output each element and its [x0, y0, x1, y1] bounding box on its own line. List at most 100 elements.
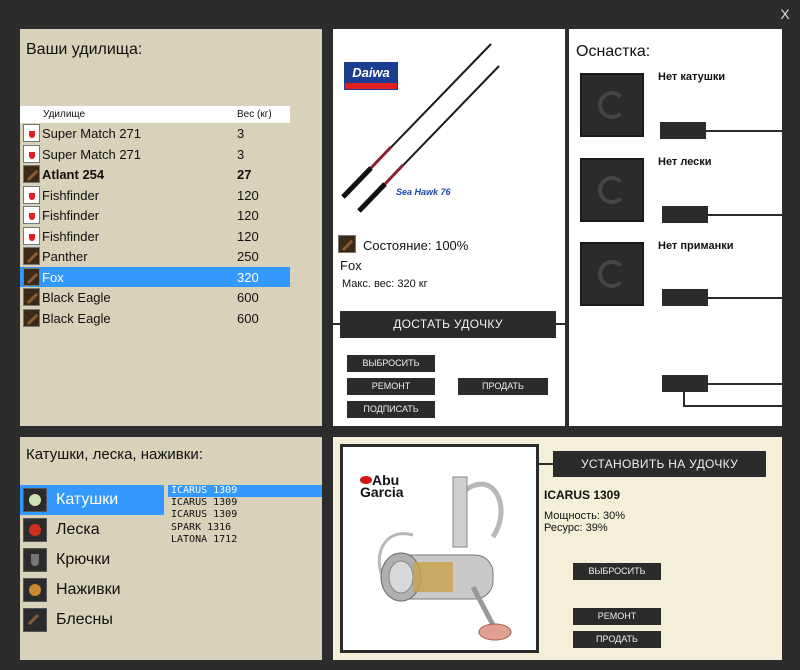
category-hooks[interactable]: Крючки — [20, 545, 322, 575]
table-row[interactable]: Fishfinder 120 — [20, 226, 290, 247]
lure-slot[interactable] — [580, 242, 644, 306]
rod-weight-cell: 250 — [237, 249, 259, 264]
close-button[interactable]: X — [778, 6, 792, 22]
rod-name-cell: Fox — [42, 269, 64, 285]
reel-name: ICARUS 1309 — [544, 488, 621, 502]
table-row[interactable]: Atlant 254 27 — [20, 164, 290, 185]
install-on-rod-button[interactable]: УСТАНОВИТЬ НА УДОЧКУ — [553, 451, 766, 477]
line-slot[interactable] — [580, 158, 644, 222]
float-icon — [23, 226, 40, 245]
line-spool-icon — [23, 518, 47, 542]
hook-icon — [23, 548, 47, 572]
feather-icon — [23, 308, 40, 327]
sell-reel-button[interactable]: ПРОДАТЬ — [573, 631, 661, 648]
rod-max-weight: Макс. вес: 320 кг — [342, 278, 428, 290]
table-row[interactable]: Panther 250 — [20, 246, 290, 267]
throw-reel-button[interactable]: ВЫБРОСИТЬ — [573, 563, 661, 580]
table-row[interactable]: Super Match 271 3 — [20, 123, 290, 144]
no-lure-label: Нет приманки — [658, 240, 734, 252]
repair-rod-button[interactable]: РЕМОНТ — [347, 378, 435, 395]
rod-weight-cell: 3 — [237, 146, 245, 162]
rods-table-body: Super Match 271 3 Super Match 271 3 Atlant 2… — [20, 123, 290, 328]
float-icon — [23, 185, 40, 204]
tackle-panel: Оснастка: Нет катушки Нет лески Нет прим… — [569, 29, 788, 426]
list-item[interactable]: LATONA 1712 — [168, 534, 322, 546]
rods-table-header: Удилище Вес (кг) — [20, 106, 290, 123]
rod-weight-cell: 120 — [237, 208, 259, 223]
no-line-label: Нет лески — [658, 156, 712, 168]
rod-state: Состояние: 100% — [363, 238, 469, 253]
rods-panel: Ваши удилища: Удилище Вес (кг) Super Mat… — [20, 29, 322, 426]
rod-name-cell: Fishfinder — [42, 228, 100, 244]
repair-reel-button[interactable]: РЕМОНТ — [573, 608, 661, 625]
rod-weight-cell: 320 — [237, 269, 259, 285]
rod-name-cell: Super Match 271 — [42, 126, 142, 141]
items-title: Катушки, леска, наживки: — [26, 446, 203, 463]
float-icon — [23, 206, 40, 224]
reel-list: ICARUS 1309 ICARUS 1309 ICARUS 1309 SPAR… — [168, 485, 322, 546]
bait-icon — [23, 578, 47, 602]
hook-slot-bar — [662, 375, 708, 392]
rod-weight-cell: 600 — [237, 310, 259, 326]
empty-slot-icon — [598, 260, 626, 288]
rod-weight-cell: 27 — [237, 167, 252, 182]
float-icon — [23, 144, 40, 163]
line-slot-bar — [662, 206, 708, 223]
no-reel-label: Нет катушки — [658, 71, 726, 83]
get-rod-button[interactable]: ДОСТАТЬ УДОЧКУ — [340, 311, 556, 338]
table-row[interactable]: Black Eagle 600 — [20, 308, 290, 329]
table-row[interactable]: Super Match 271 3 — [20, 144, 290, 165]
rod-detail-panel: Daiwa Sea Hawk 76 Состояние: 100% Fox Ма… — [333, 29, 565, 426]
feather-icon — [338, 235, 356, 253]
rod-model-caption: Sea Hawk 76 — [396, 187, 451, 197]
reel-power: Мощность: 30% — [544, 510, 626, 522]
spoon-lure-icon — [23, 608, 47, 632]
list-item[interactable]: ICARUS 1309 — [168, 509, 322, 521]
reel-resource: Ресурс: 39% — [544, 522, 608, 534]
rod-name-cell: Super Match 271 — [42, 146, 142, 162]
reel-icon — [23, 488, 47, 512]
category-bait[interactable]: Наживки — [20, 575, 322, 605]
list-item[interactable]: ICARUS 1309 — [168, 497, 322, 509]
items-panel: Катушки, леска, наживки: Катушки Леска К… — [20, 437, 322, 660]
rod-weight-cell: 120 — [237, 187, 259, 203]
table-row[interactable]: Fox 320 — [20, 266, 290, 287]
tackle-title: Оснастка: — [576, 43, 651, 60]
empty-slot-icon — [598, 91, 626, 119]
empty-slot-icon — [598, 176, 626, 204]
rod-name-cell: Panther — [42, 249, 88, 264]
table-row[interactable]: Fishfinder 120 — [20, 185, 290, 206]
rod-weight-cell: 3 — [237, 126, 245, 141]
column-header-weight[interactable]: Вес (кг) — [237, 109, 272, 120]
rod-name-cell: Black Eagle — [42, 290, 111, 305]
column-header-rod[interactable]: Удилище — [43, 109, 85, 120]
rod-weight-cell: 600 — [237, 290, 259, 305]
table-row[interactable]: Fishfinder 120 — [20, 205, 290, 226]
feather-icon — [23, 247, 40, 265]
rod-name: Fox — [340, 258, 362, 273]
category-spoons[interactable]: Блесны — [20, 605, 322, 635]
lure-slot-bar — [662, 289, 708, 306]
throw-rod-button[interactable]: ВЫБРОСИТЬ — [347, 355, 435, 372]
rods-title: Ваши удилища: — [26, 41, 143, 58]
rod-name-cell: Fishfinder — [42, 187, 100, 203]
sign-rod-button[interactable]: ПОДПИСАТЬ — [347, 401, 435, 418]
float-icon — [23, 124, 40, 142]
feather-icon — [23, 165, 40, 183]
rod-name-cell: Fishfinder — [42, 208, 100, 223]
reel-slot[interactable] — [580, 73, 644, 137]
rod-name-cell: Atlant 254 — [42, 167, 105, 182]
rods-table: Удилище Вес (кг) Super Match 271 3 Super M… — [20, 106, 290, 328]
reel-slot-bar — [660, 122, 706, 139]
rod-weight-cell: 120 — [237, 228, 259, 244]
list-item[interactable]: SPARK 1316 — [168, 522, 322, 534]
feather-icon — [23, 267, 40, 286]
table-row[interactable]: Black Eagle 600 — [20, 287, 290, 308]
reel-detail-panel: Abu Garcia УСТАНОВИТЬ НА УДОЧКУ ICARUS 1… — [333, 437, 782, 660]
feather-icon — [23, 288, 40, 306]
sell-rod-button[interactable]: ПРОДАТЬ — [458, 378, 548, 395]
reel-image-frame: Abu Garcia — [340, 444, 539, 653]
reel-image — [377, 476, 512, 641]
list-item[interactable]: ICARUS 1309 — [168, 485, 322, 498]
rod-name-cell: Black Eagle — [42, 310, 111, 326]
